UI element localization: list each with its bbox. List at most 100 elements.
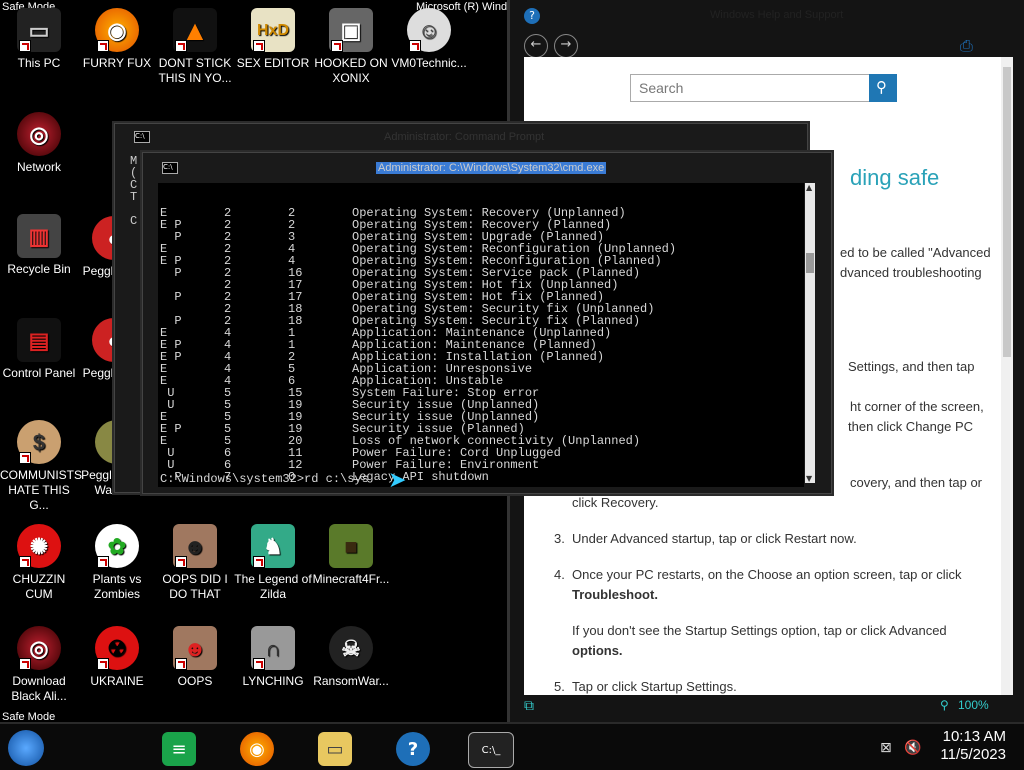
cmd-front-title: Administrator: C:\Windows\System32\cmd.e… bbox=[376, 162, 607, 174]
icon-label: COMMUNISTS HATE THIS G... bbox=[0, 468, 82, 512]
portrait-icon: ☻ bbox=[173, 524, 217, 568]
desktop-icon-zilda[interactable]: ♞ The Legend of Zilda bbox=[234, 524, 312, 602]
step-number: 5. bbox=[554, 679, 565, 694]
firefox-taskbar-icon[interactable]: ◉ bbox=[240, 732, 274, 766]
icon-label: Minecraft4Fr... bbox=[312, 572, 390, 586]
cmd-scrollbar[interactable]: ▲ ▼ bbox=[805, 183, 815, 483]
clock-time: 10:13 AM bbox=[942, 728, 1006, 745]
help-text-line: ed to be called "Advanced bbox=[840, 245, 991, 260]
recycle-bin-icon: ▥ bbox=[17, 214, 61, 258]
network-status-icon[interactable]: ⊠ bbox=[880, 740, 892, 756]
desktop-icon-furry-fux[interactable]: ◉ FURRY FUX bbox=[78, 8, 156, 71]
desktop-icon-control-panel[interactable]: ▤ Control Panel bbox=[0, 318, 78, 381]
icon-label: VM0Technic... bbox=[391, 56, 467, 70]
desktop-icon-ransomware[interactable]: ☠ RansomWar... bbox=[312, 626, 390, 689]
window-layout-icon[interactable]: ⧉ bbox=[524, 698, 534, 714]
icon-label: RansomWar... bbox=[313, 674, 389, 688]
zoom-level[interactable]: 100% bbox=[958, 698, 989, 712]
help-text-line: then click Change PC bbox=[848, 419, 974, 434]
start-button[interactable] bbox=[8, 730, 44, 766]
desktop-icon-oops-did[interactable]: ☻ OOPS DID I DO THAT bbox=[156, 524, 234, 602]
back-arrow-icon[interactable]: ← bbox=[524, 34, 548, 58]
computer-icon: ▭ bbox=[17, 8, 61, 52]
help-icon: ? bbox=[524, 8, 540, 24]
icon-label: SEX EDITOR bbox=[236, 56, 310, 70]
game-character-icon: ♞ bbox=[251, 524, 295, 568]
desktop-icon-recycle-bin[interactable]: ▥ Recycle Bin bbox=[0, 214, 78, 277]
radiation-icon: ☢ bbox=[95, 626, 139, 670]
desktop-icon-communists[interactable]: $ COMMUNISTS HATE THIS G... bbox=[0, 420, 82, 513]
icon-label: HOOKED ON XONIX bbox=[314, 56, 388, 85]
desktop-icon-minecraft[interactable]: ■ Minecraft4Fr... bbox=[312, 524, 390, 587]
desktop-icon-pvz[interactable]: ✿ Plants vs Zombies bbox=[78, 524, 156, 602]
icon-label: Plants vs Zombies bbox=[92, 572, 142, 601]
icon-label: This PC bbox=[17, 56, 61, 70]
print-icon[interactable]: ⎙ bbox=[960, 36, 973, 56]
desktop-icon-lynching[interactable]: ∩ LYNCHING bbox=[234, 626, 312, 689]
help-taskbar-icon[interactable]: ? bbox=[396, 732, 430, 766]
desktop-icon-this-pc[interactable]: ▭ This PC bbox=[0, 8, 78, 71]
step-number: 4. bbox=[554, 567, 565, 582]
desktop-icon-sex-editor[interactable]: HxD SEX EDITOR bbox=[234, 8, 312, 71]
icon-label: LYNCHING bbox=[242, 674, 304, 688]
person-icon: ☺ bbox=[407, 8, 451, 52]
skull-icon: ☠ bbox=[329, 626, 373, 670]
icon-label: Network bbox=[16, 160, 61, 174]
volume-muted-icon[interactable]: 🔇 bbox=[904, 740, 921, 756]
icon-label: The Legend of Zilda bbox=[234, 572, 312, 601]
scrollbar-thumb[interactable] bbox=[1003, 67, 1011, 357]
search-icon: ⚲ bbox=[876, 78, 887, 96]
file-explorer-icon[interactable]: ▭ bbox=[318, 732, 352, 766]
clock-date: 11/5/2023 bbox=[940, 746, 1006, 763]
cmd-scrollbar-thumb[interactable] bbox=[806, 253, 814, 273]
icon-label: CHUZZIN CUM bbox=[12, 572, 66, 601]
mouse-cursor-icon: ➤ bbox=[388, 468, 407, 493]
search-button[interactable]: ⚲ bbox=[869, 74, 897, 102]
cmd-taskbar-icon[interactable]: C:\_ bbox=[468, 732, 514, 768]
scroll-down-icon[interactable]: ▼ bbox=[806, 474, 812, 483]
desktop-icon-ukraine[interactable]: ☢ UKRAINE bbox=[78, 626, 156, 689]
zoom-icon[interactable]: ⚲ bbox=[940, 698, 949, 712]
help-step-3: Under Advanced startup, tap or click Res… bbox=[572, 531, 857, 546]
forward-arrow-icon[interactable]: → bbox=[554, 34, 578, 58]
desktop-icon-oops[interactable]: ☻ OOPS bbox=[156, 626, 234, 689]
xonix-icon: ▣ bbox=[329, 8, 373, 52]
desktop-icon-dont-stick[interactable]: ▲ DONT STICK THIS IN YO... bbox=[156, 8, 234, 86]
help-scrollbar[interactable] bbox=[1001, 57, 1013, 695]
icon-label: Download Black Ali... bbox=[11, 674, 67, 703]
help-text-line: click Recovery. bbox=[572, 495, 659, 510]
help-search-input[interactable]: Search bbox=[630, 74, 870, 102]
help-text-line: Settings, and then tap bbox=[848, 359, 975, 374]
icon-label: UKRAINE bbox=[90, 674, 144, 688]
console-cell-flag: P bbox=[160, 266, 182, 280]
search-placeholder: Search bbox=[639, 80, 684, 96]
desktop-icon-chuzzin[interactable]: ✺ CHUZZIN CUM bbox=[0, 524, 78, 602]
console-cell-reason: Legacy API shutdown bbox=[352, 470, 489, 484]
help-note: If you don't see the Startup Settings op… bbox=[572, 623, 947, 638]
notes-app-icon[interactable]: ≡ bbox=[162, 732, 196, 766]
help-window-title: Windows Help and Support bbox=[710, 9, 844, 21]
help-heading: ding safe bbox=[850, 165, 940, 190]
scroll-up-icon[interactable]: ▲ bbox=[806, 183, 812, 192]
desktop-icon-xonix[interactable]: ▣ HOOKED ON XONIX bbox=[312, 8, 390, 86]
rope-icon: ∩ bbox=[251, 626, 295, 670]
console-cell-flag: P bbox=[160, 290, 182, 304]
desktop-icon-network[interactable]: ◎ Network bbox=[0, 112, 78, 175]
desktop-icon-download-black[interactable]: ◎ Download Black Ali... bbox=[0, 626, 78, 704]
portrait-icon: ☻ bbox=[173, 626, 217, 670]
network-icon: ◎ bbox=[17, 112, 61, 156]
cmd-icon: C:\ bbox=[162, 162, 178, 174]
icon-label: Control Panel bbox=[2, 366, 76, 380]
desktop-icon-vm0[interactable]: ☺ VM0Technic... bbox=[390, 8, 468, 71]
red-orb-icon: ◎ bbox=[17, 626, 61, 670]
icon-label: OOPS bbox=[177, 674, 213, 688]
cmd-back-text: M(C T C bbox=[130, 154, 138, 228]
console-output[interactable]: E 2 2 Operating System: Recovery (Unplanned… bbox=[158, 183, 804, 487]
firefox-icon: ◉ bbox=[95, 8, 139, 52]
vlc-cone-icon: ▲ bbox=[173, 8, 217, 52]
help-text-line: ht corner of the screen, bbox=[850, 399, 984, 414]
taskbar-clock[interactable]: 10:13 AM 11/5/2023 bbox=[940, 728, 1006, 764]
grass-block-icon: ■ bbox=[329, 524, 373, 568]
help-step-5: Tap or click Startup Settings. bbox=[572, 679, 737, 694]
command-prompt-line[interactable]: C:\Windows\system32>rd c:\sys bbox=[160, 473, 369, 485]
